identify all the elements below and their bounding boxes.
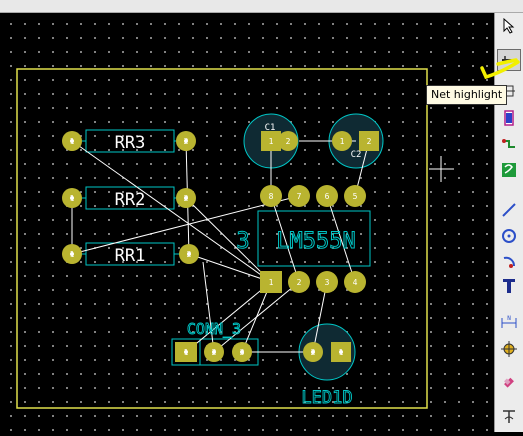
- pad-num-r2-2: 2: [184, 194, 189, 203]
- pad-num-ic-2: 2: [297, 278, 302, 287]
- pad-num-ic-3: 3: [325, 278, 330, 287]
- add-module-icon[interactable]: [497, 107, 521, 129]
- net-highlight-tooltip: Net highlight: [426, 85, 508, 105]
- label-ic-ref: 3: [236, 229, 249, 254]
- pad-num-c1-2: 2: [286, 137, 291, 146]
- pad-num-ic-1: 1: [269, 278, 274, 287]
- pcb-canvas[interactable]: 8 7 6 5 1 2 3 4 1 2 3 2 1 1 2 1 2 1 2 1 …: [0, 13, 494, 432]
- label-ic: LM555N: [276, 229, 355, 254]
- pad-num-r3-1: 1: [70, 137, 75, 146]
- label-r2: RR2: [115, 190, 146, 210]
- add-tracks-icon[interactable]: [497, 133, 521, 155]
- pad-num-c2-1: 1: [340, 137, 345, 146]
- label-r1: RR1: [115, 246, 146, 266]
- add-text-icon[interactable]: [497, 275, 521, 297]
- pad-num-ic-8: 8: [269, 192, 274, 201]
- pad-num-r3-2: 2: [184, 137, 189, 146]
- crosshair-cursor: [429, 156, 454, 182]
- top-window-edge: [0, 0, 523, 13]
- add-arc-icon[interactable]: [497, 251, 521, 273]
- pad-num-r2-1: 1: [70, 194, 75, 203]
- pad-num-c1-1: 1: [269, 137, 274, 146]
- pad-num-led-1: 1: [339, 348, 344, 357]
- label-r3: RR3: [115, 133, 146, 153]
- pad-num-conn-3: 3: [240, 348, 245, 357]
- svg-text:N: N: [507, 315, 511, 322]
- add-circle-icon[interactable]: [497, 225, 521, 247]
- pad-num-led-2: 2: [311, 348, 316, 357]
- add-line-icon[interactable]: [497, 199, 521, 221]
- label-c2: C2: [351, 150, 362, 160]
- pad-num-r1-1: 1: [70, 250, 75, 259]
- yellow-annotation-mark: [480, 58, 520, 80]
- pad-num-ic-7: 7: [297, 192, 302, 201]
- select-arrow-icon[interactable]: [497, 15, 521, 37]
- pad-num-r1-2: 2: [187, 250, 192, 259]
- pad-num-conn-2: 2: [212, 348, 217, 357]
- label-conn: CONN_3: [187, 320, 241, 338]
- grid-origin-icon[interactable]: [497, 405, 521, 427]
- add-zone-icon[interactable]: [497, 159, 521, 181]
- pad-num-ic-4: 4: [353, 278, 358, 287]
- label-c1: C1: [265, 123, 276, 133]
- pad-num-conn-1: 1: [184, 348, 189, 357]
- delete-icon[interactable]: [497, 371, 521, 393]
- label-led: LED1D: [301, 388, 352, 408]
- dimension-icon[interactable]: N: [497, 311, 521, 333]
- pad-num-ic-5: 5: [353, 192, 358, 201]
- pcb-drawing: 8 7 6 5 1 2 3 4 1 2 3 2 1 1 2 1 2 1 2 1 …: [16, 68, 454, 409]
- layer-alignment-target-icon[interactable]: [497, 338, 521, 360]
- pad-num-ic-6: 6: [325, 192, 330, 201]
- pad-num-c2-2: 2: [367, 137, 372, 146]
